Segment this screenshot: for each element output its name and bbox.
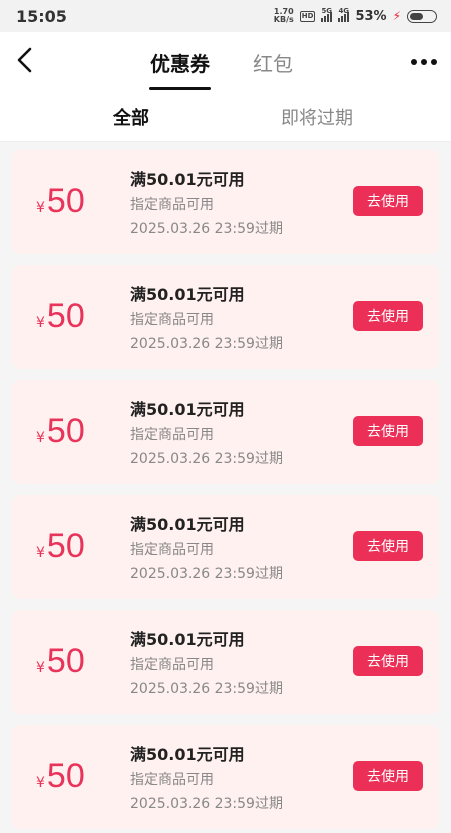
coupon-condition: 满50.01元可用 (130, 285, 245, 304)
coupon-scope: 指定商品可用 (130, 657, 214, 673)
use-coupon-button[interactable]: 去使用 (353, 301, 423, 331)
coupon-amount: ¥ 50 (36, 297, 85, 336)
signal-4g-icon: 4G (338, 7, 350, 22)
coupon-amount: ¥ 50 (36, 527, 85, 566)
coupon-value: 50 (46, 412, 85, 450)
coupon-scope: 指定商品可用 (130, 197, 214, 213)
chevron-left-icon (17, 47, 32, 73)
coupon-info: 满50.01元可用 指定商品可用 2025.03.26 23:59过期 (130, 743, 283, 815)
network-speed-unit: KB/s (273, 15, 294, 24)
status-icons: 1.70 KB/s HD 5G 4G 53% ⚡ (274, 7, 437, 24)
coupon-info: 满50.01元可用 指定商品可用 2025.03.26 23:59过期 (130, 398, 283, 470)
hd-icon: HD (299, 10, 316, 22)
coupon-condition: 满50.01元可用 (130, 170, 245, 189)
signal-5g-icon: 5G (321, 7, 333, 22)
more-button[interactable] (409, 50, 439, 74)
use-coupon-button[interactable]: 去使用 (353, 531, 423, 561)
coupon-amount: ¥ 50 (36, 412, 85, 451)
coupon-info: 满50.01元可用 指定商品可用 2025.03.26 23:59过期 (130, 168, 283, 240)
coupon-expiry: 2025.03.26 23:59过期 (130, 336, 283, 352)
tab-coupons[interactable]: 优惠券 (149, 32, 211, 92)
coupon-condition: 满50.01元可用 (130, 630, 245, 649)
coupon-card: ¥ 50 满50.01元可用 指定商品可用 2025.03.26 23:59过期… (12, 610, 439, 714)
coupon-scope: 指定商品可用 (130, 772, 214, 788)
top-nav-bar: 优惠券 红包 (0, 32, 451, 92)
coupon-amount: ¥ 50 (36, 757, 85, 796)
coupon-value: 50 (46, 297, 85, 335)
coupon-value: 50 (46, 182, 85, 220)
filter-tab-expiring[interactable]: 即将过期 (281, 92, 353, 142)
coupon-expiry: 2025.03.26 23:59过期 (130, 681, 283, 697)
currency-symbol: ¥ (36, 545, 45, 561)
use-coupon-button[interactable]: 去使用 (353, 416, 423, 446)
coupon-scope: 指定商品可用 (130, 542, 214, 558)
signal-5g-label: 5G (321, 7, 333, 15)
battery-icon (407, 9, 437, 23)
status-bar: 15:05 1.70 KB/s HD 5G 4G 53% ⚡ (0, 0, 451, 32)
coupon-info: 满50.01元可用 指定商品可用 2025.03.26 23:59过期 (130, 283, 283, 355)
signal-4g-label: 4G (338, 7, 350, 15)
coupon-amount: ¥ 50 (36, 182, 85, 221)
coupon-condition: 满50.01元可用 (130, 745, 245, 764)
coupon-condition: 满50.01元可用 (130, 515, 245, 534)
coupon-amount: ¥ 50 (36, 642, 85, 681)
coupon-card: ¥ 50 满50.01元可用 指定商品可用 2025.03.26 23:59过期… (12, 150, 439, 254)
coupon-info: 满50.01元可用 指定商品可用 2025.03.26 23:59过期 (130, 628, 283, 700)
filter-tabs: 全部 即将过期 (0, 92, 451, 142)
coupon-value: 50 (46, 527, 85, 565)
currency-symbol: ¥ (36, 315, 45, 331)
coupon-card: ¥ 50 满50.01元可用 指定商品可用 2025.03.26 23:59过期… (12, 725, 439, 829)
charging-icon: ⚡ (392, 9, 401, 23)
coupon-value: 50 (46, 757, 85, 795)
currency-symbol: ¥ (36, 430, 45, 446)
currency-symbol: ¥ (36, 775, 45, 791)
coupon-card: ¥ 50 满50.01元可用 指定商品可用 2025.03.26 23:59过期… (12, 380, 439, 484)
back-button[interactable] (12, 46, 36, 74)
use-coupon-button[interactable]: 去使用 (353, 186, 423, 216)
coupon-expiry: 2025.03.26 23:59过期 (130, 566, 283, 582)
use-coupon-button[interactable]: 去使用 (353, 761, 423, 791)
currency-symbol: ¥ (36, 200, 45, 216)
status-time: 15:05 (16, 6, 67, 26)
coupon-expiry: 2025.03.26 23:59过期 (130, 221, 283, 237)
coupon-list: ¥ 50 满50.01元可用 指定商品可用 2025.03.26 23:59过期… (0, 142, 451, 829)
network-speed: 1.70 KB/s (274, 8, 294, 24)
coupon-scope: 指定商品可用 (130, 427, 214, 443)
coupon-card: ¥ 50 满50.01元可用 指定商品可用 2025.03.26 23:59过期… (12, 495, 439, 599)
top-tabs: 优惠券 红包 (149, 32, 293, 92)
coupon-expiry: 2025.03.26 23:59过期 (130, 451, 283, 467)
tab-red-packet[interactable]: 红包 (253, 32, 293, 92)
battery-percent: 53% (355, 8, 387, 24)
coupon-card: ¥ 50 满50.01元可用 指定商品可用 2025.03.26 23:59过期… (12, 265, 439, 369)
coupon-expiry: 2025.03.26 23:59过期 (130, 796, 283, 812)
more-horizontal-icon (411, 59, 437, 65)
use-coupon-button[interactable]: 去使用 (353, 646, 423, 676)
currency-symbol: ¥ (36, 660, 45, 676)
coupon-scope: 指定商品可用 (130, 312, 214, 328)
coupon-info: 满50.01元可用 指定商品可用 2025.03.26 23:59过期 (130, 513, 283, 585)
filter-tab-all[interactable]: 全部 (113, 92, 149, 142)
coupon-value: 50 (46, 642, 85, 680)
coupon-condition: 满50.01元可用 (130, 400, 245, 419)
